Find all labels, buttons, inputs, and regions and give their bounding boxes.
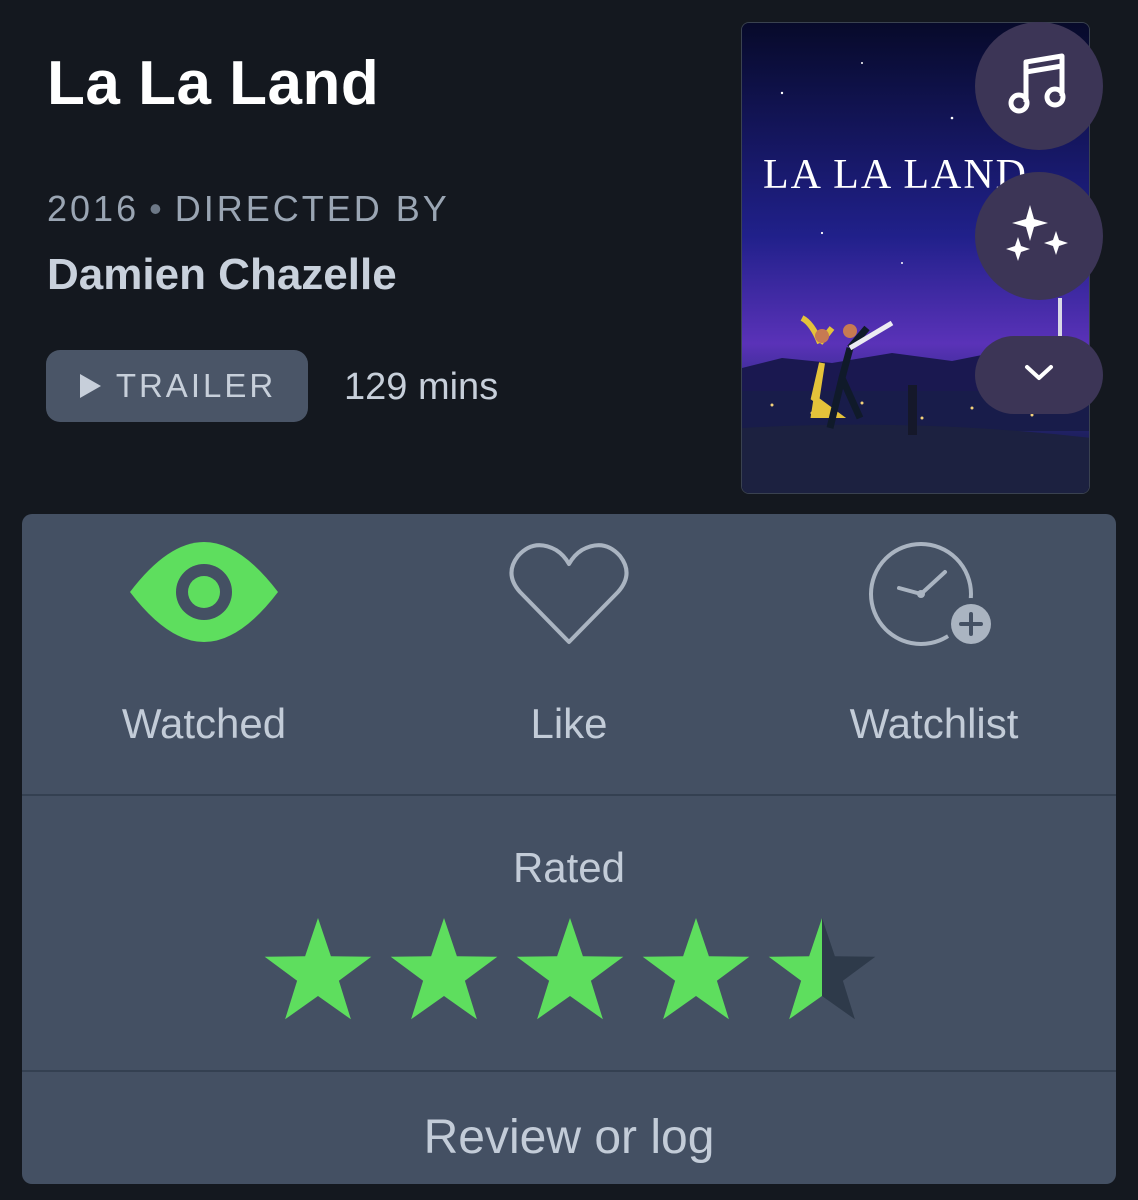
- rating-star-5[interactable]: [768, 918, 876, 1020]
- watchlist-button[interactable]: Watchlist: [752, 514, 1116, 794]
- like-button[interactable]: Like: [387, 514, 751, 794]
- film-title: La La Land: [47, 49, 380, 118]
- like-label: Like: [530, 700, 608, 747]
- review-or-log-label: Review or log: [423, 1111, 715, 1164]
- chevron-down-icon: [1024, 364, 1054, 387]
- rating-section: Rated: [22, 796, 1116, 1072]
- review-or-log-button[interactable]: Review or log: [22, 1072, 1116, 1184]
- music-note-icon: [1008, 52, 1070, 121]
- more-options-button[interactable]: [975, 336, 1103, 414]
- action-sheet: Watched Like Watchlist Rated Review or l…: [22, 514, 1116, 1184]
- rating-star-4[interactable]: [642, 918, 750, 1020]
- rating-star-1[interactable]: [264, 918, 372, 1020]
- clock-plus-icon: [869, 542, 999, 657]
- runtime: 129 mins: [344, 366, 499, 408]
- watchlist-label: Watchlist: [849, 700, 1019, 747]
- trailer-label: TRAILER: [115, 367, 277, 404]
- film-detail-page: La La Land 2016 • DIRECTED BY Damien Chaze…: [0, 0, 1138, 1200]
- sparkles-icon: [1004, 203, 1074, 270]
- separator-dot: •: [149, 188, 165, 229]
- director-name[interactable]: Damien Chazelle: [47, 250, 397, 300]
- star-rating[interactable]: [260, 918, 880, 1033]
- highlights-button[interactable]: [975, 172, 1103, 300]
- rated-label: Rated: [512, 844, 626, 891]
- trailer-button[interactable]: TRAILER: [46, 350, 308, 422]
- play-icon: [78, 373, 102, 399]
- film-meta: 2016 • DIRECTED BY: [47, 188, 450, 230]
- rating-star-3[interactable]: [516, 918, 624, 1020]
- release-year[interactable]: 2016: [47, 188, 139, 229]
- action-buttons-row: Watched Like Watchlist: [22, 514, 1116, 796]
- watched-button[interactable]: Watched: [22, 514, 386, 794]
- directed-by-label: DIRECTED BY: [174, 188, 450, 229]
- heart-icon: [508, 540, 630, 651]
- eye-icon: [128, 540, 280, 649]
- soundtrack-button[interactable]: [975, 22, 1103, 150]
- rating-star-2[interactable]: [390, 918, 498, 1020]
- watched-label: Watched: [121, 700, 287, 747]
